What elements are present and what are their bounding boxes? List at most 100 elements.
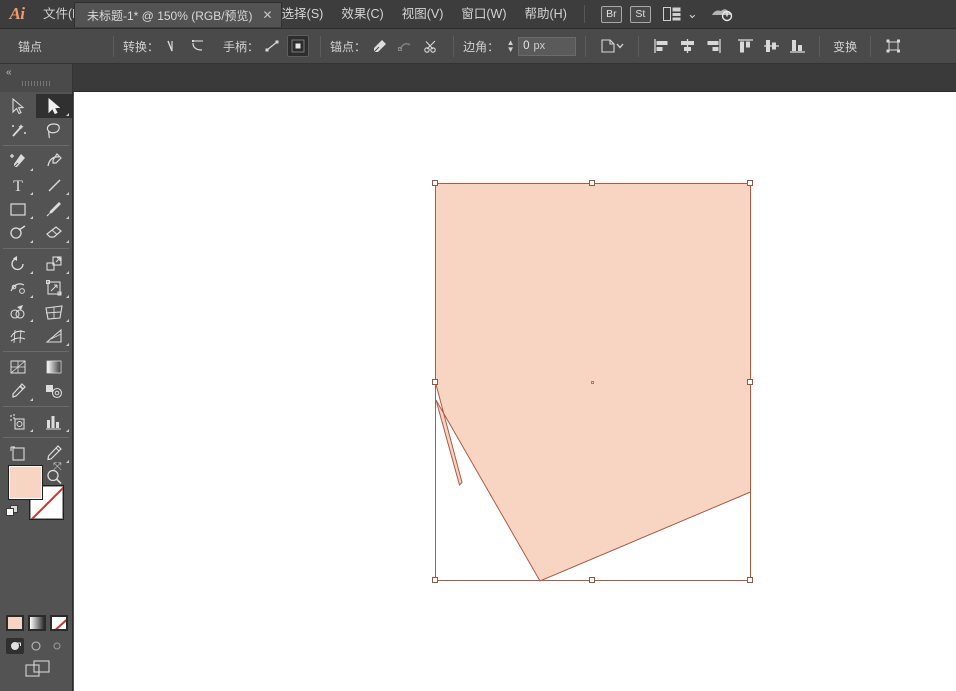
tool-mesh-grid[interactable] [0, 355, 36, 379]
swap-fill-stroke-icon[interactable]: ⤧ [53, 461, 62, 474]
align-right-button[interactable] [702, 35, 724, 57]
menu-help[interactable]: 帮助(H) [516, 0, 576, 28]
menu-effect[interactable]: 效果(C) [332, 0, 392, 28]
tool-eraser[interactable] [36, 221, 72, 245]
bbox-handle-top-right[interactable] [747, 180, 753, 186]
corner-radius-control[interactable]: ▲ ▼ 0 px [505, 36, 577, 56]
bbox-handle-bottom-left[interactable] [432, 577, 438, 583]
bbox-handle-bottom-right[interactable] [747, 577, 753, 583]
convert-to-smooth-button[interactable] [187, 35, 209, 57]
isolate-selected-object-icon[interactable] [597, 35, 627, 57]
tool-column-graph[interactable] [36, 410, 72, 434]
tool-mesh[interactable] [0, 324, 36, 348]
tool-symbol-sprayer[interactable] [0, 410, 36, 434]
tool-rotate[interactable] [0, 252, 36, 276]
change-screen-mode-button[interactable] [25, 660, 51, 683]
tool-group-indicator [30, 398, 33, 401]
corner-radius-input[interactable]: 0 px [518, 36, 577, 56]
menu-view[interactable]: 视图(V) [393, 0, 453, 28]
tool-divider-1 [3, 145, 69, 146]
tool-direct-selection[interactable] [36, 94, 72, 118]
tool-perspective-selection[interactable] [36, 324, 72, 348]
tool-blend[interactable] [36, 379, 72, 403]
tool-type[interactable]: T [0, 173, 36, 197]
corner-stepper[interactable]: ▲ ▼ [505, 36, 516, 56]
align-top-button[interactable] [734, 35, 756, 57]
tool-group-indicator [66, 319, 69, 322]
panel-drag-handle[interactable] [22, 81, 52, 86]
artwork-layer[interactable] [74, 92, 956, 691]
tool-shaper[interactable] [0, 221, 36, 245]
tool-pen[interactable] [0, 149, 36, 173]
tool-divider-3 [3, 351, 69, 352]
draw-inside-button[interactable] [48, 638, 66, 654]
tool-group-indicator [30, 319, 33, 322]
remove-anchor-button[interactable] [368, 35, 390, 57]
menu-select[interactable]: 选择(S) [273, 0, 333, 28]
bbox-handle-top-left[interactable] [432, 180, 438, 186]
close-icon[interactable]: ✕ [263, 8, 273, 22]
tool-free-transform[interactable] [36, 276, 72, 300]
creative-cloud-icon[interactable] [710, 6, 734, 22]
tool-lasso[interactable] [36, 118, 72, 142]
tool-selection[interactable] [0, 94, 36, 118]
show-handles-button[interactable] [261, 35, 283, 57]
document-tab[interactable]: 未标题-1* @ 150% (RGB/预览) ✕ [74, 2, 282, 27]
bridge-badge-icon[interactable]: Br [600, 5, 622, 23]
connect-anchors-button[interactable] [394, 35, 416, 57]
bbox-handle-bottom-center[interactable] [589, 577, 595, 583]
menu-window[interactable]: 窗口(W) [452, 0, 515, 28]
document-canvas[interactable] [74, 92, 956, 691]
fill-stroke-controls: ⤧ [6, 461, 66, 523]
toolbar-panel-header[interactable]: « [0, 64, 73, 92]
tool-artboard[interactable] [0, 441, 36, 465]
bbox-center-point [591, 381, 594, 384]
convert-label: 转换： [123, 39, 160, 54]
bbox-handle-top-center[interactable] [589, 180, 595, 186]
tool-line-segment[interactable] [36, 173, 72, 197]
tool-group-indicator [30, 192, 33, 195]
app-logo-icon: Ai [9, 4, 25, 23]
hide-handles-button[interactable] [287, 35, 310, 57]
corner-label: 边角： [463, 39, 500, 54]
arrange-documents-icon[interactable] [662, 7, 681, 21]
stock-badge-icon[interactable]: St [629, 5, 651, 23]
control-bar-title: 锚点 [18, 39, 43, 54]
bbox-handle-middle-left[interactable] [432, 379, 438, 385]
tool-perspective-grid[interactable] [36, 300, 72, 324]
draw-behind-button[interactable] [27, 638, 45, 654]
draw-mode-row [6, 638, 66, 654]
tool-group-indicator [30, 295, 33, 298]
color-fill-button[interactable] [6, 615, 24, 631]
control-divider-6 [819, 35, 821, 57]
align-center-v-button[interactable] [760, 35, 782, 57]
tool-paintbrush[interactable] [36, 197, 72, 221]
align-left-button[interactable] [650, 35, 672, 57]
tool-shape-builder[interactable] [0, 300, 36, 324]
convert-to-corner-button[interactable] [161, 35, 183, 57]
none-fill-button[interactable] [50, 615, 68, 631]
gradient-fill-button[interactable] [28, 615, 46, 631]
tool-width[interactable] [0, 276, 36, 300]
align-horizontal-center-button[interactable] [676, 35, 698, 57]
default-fill-stroke-icon[interactable] [6, 505, 19, 518]
fill-swatch[interactable] [8, 465, 43, 500]
chevron-down-icon[interactable]: ⌄ [687, 6, 698, 22]
bbox-handle-middle-right[interactable] [747, 379, 753, 385]
transform-bounding-box-icon[interactable] [882, 35, 904, 57]
collapse-panel-icon[interactable]: « [6, 67, 12, 78]
align-bottom-button[interactable] [786, 35, 808, 57]
control-divider-1 [113, 35, 115, 57]
tool-magic-wand[interactable] [0, 118, 36, 142]
corner-radius-value: 0 [523, 39, 530, 52]
tool-rectangle[interactable] [0, 197, 36, 221]
cut-path-button[interactable] [420, 35, 442, 57]
transform-label[interactable]: 变换 [829, 38, 861, 55]
draw-normal-button[interactable] [6, 638, 24, 654]
handles-label: 手柄： [223, 39, 260, 54]
tool-group-indicator [66, 271, 69, 274]
tool-scale[interactable] [36, 252, 72, 276]
tool-eyedropper[interactable] [0, 379, 36, 403]
tool-curvature[interactable] [36, 149, 72, 173]
tool-gradient[interactable] [36, 355, 72, 379]
